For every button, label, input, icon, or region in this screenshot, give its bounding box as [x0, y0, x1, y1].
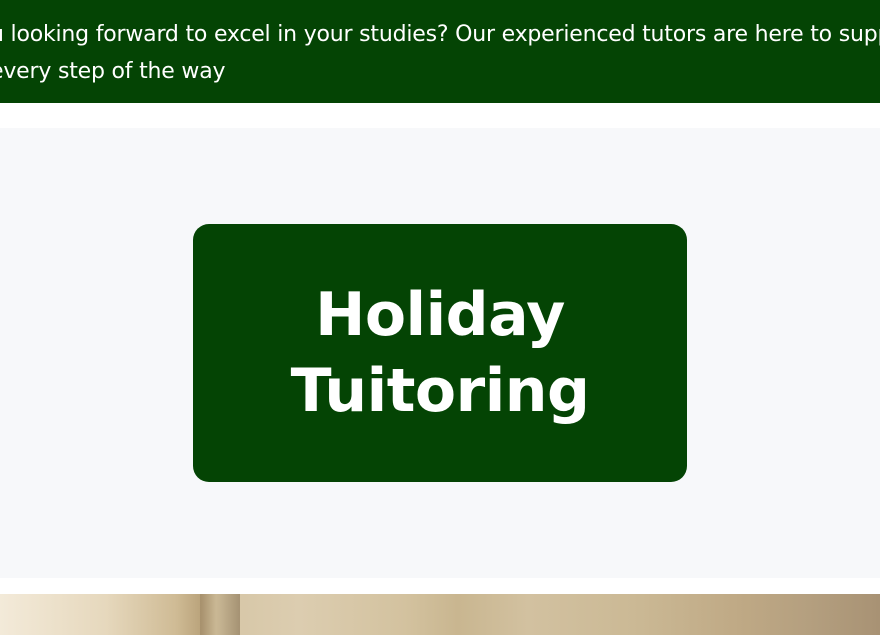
section-gap [0, 103, 880, 128]
hero-section: Holiday Tuitoring [0, 128, 880, 578]
announcement-banner: u looking forward to excel in your studi… [0, 0, 880, 103]
section-gap [0, 578, 880, 594]
hero-title: Holiday Tuitoring [290, 280, 590, 426]
hero-photo [0, 594, 880, 635]
hero-card: Holiday Tuitoring [193, 224, 687, 482]
banner-text: u looking forward to excel in your studi… [0, 22, 880, 84]
